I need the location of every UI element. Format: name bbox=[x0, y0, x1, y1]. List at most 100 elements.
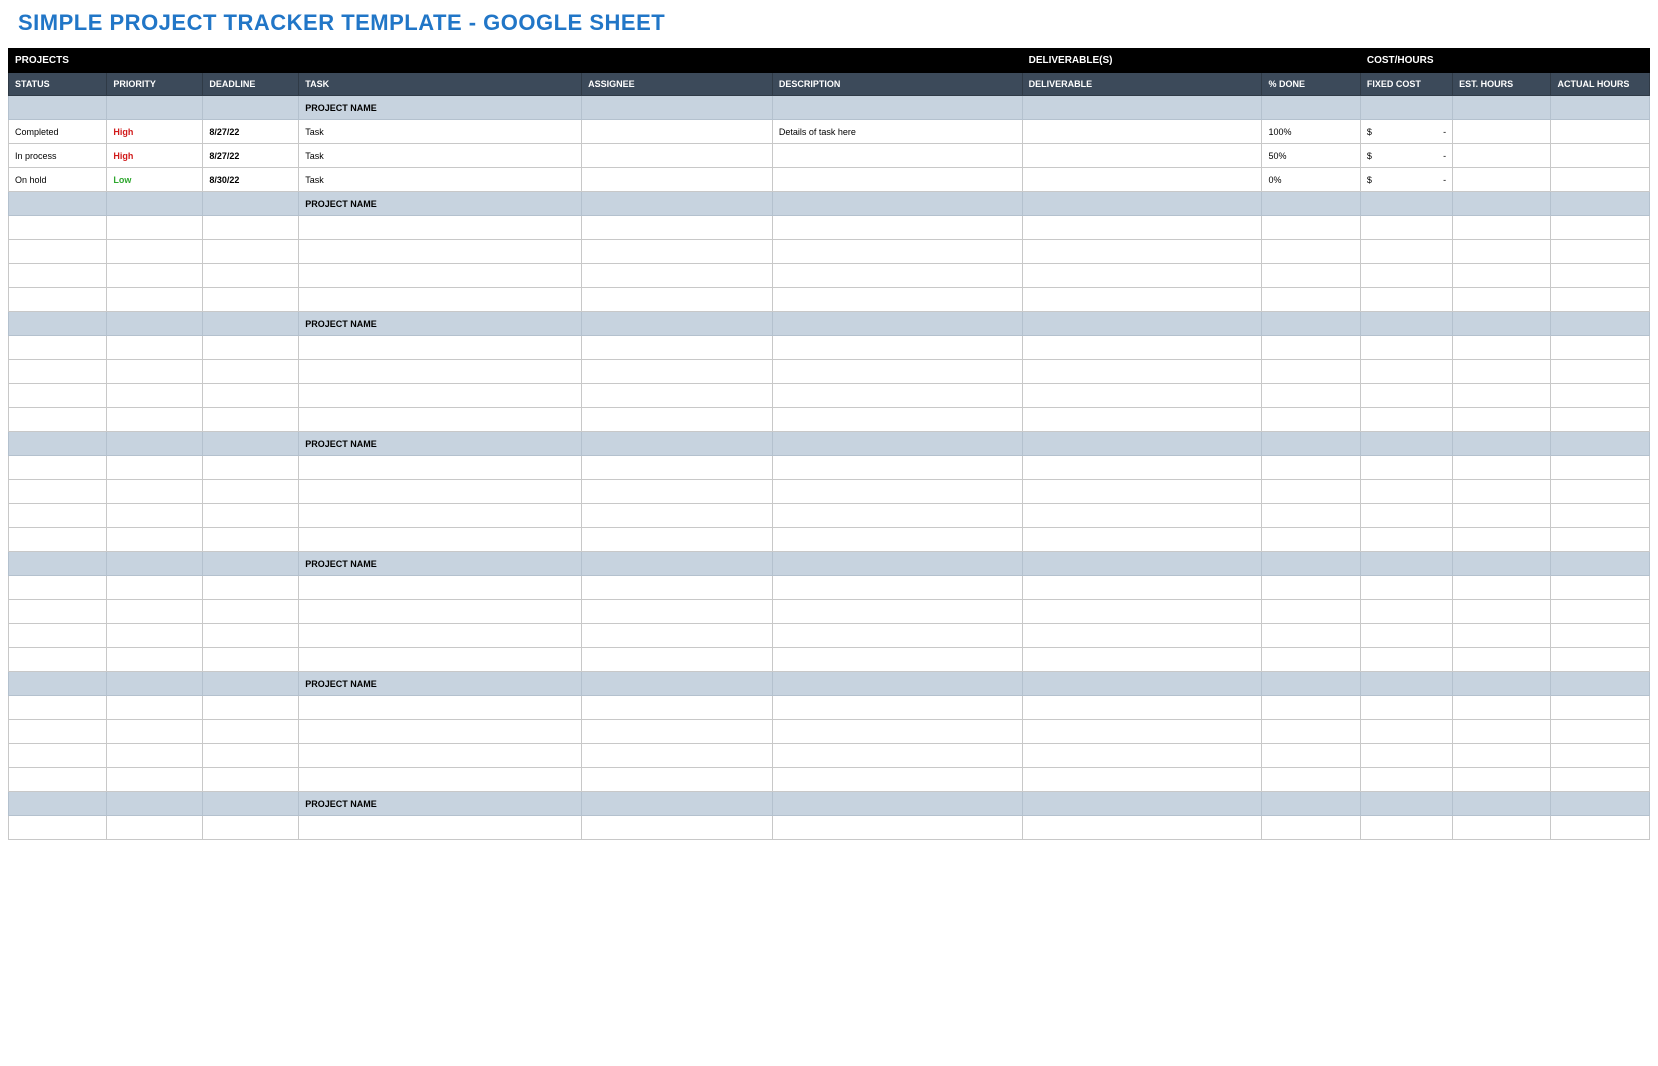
description-cell[interactable] bbox=[772, 624, 1022, 648]
deliverable-cell[interactable] bbox=[1022, 624, 1262, 648]
priority-cell[interactable] bbox=[107, 288, 203, 312]
group-cell[interactable] bbox=[203, 792, 299, 816]
description-cell[interactable] bbox=[772, 528, 1022, 552]
deadline-cell[interactable] bbox=[203, 336, 299, 360]
status-cell[interactable] bbox=[9, 216, 107, 240]
description-cell[interactable] bbox=[772, 168, 1022, 192]
actual-hours-cell[interactable] bbox=[1551, 384, 1650, 408]
group-cell[interactable] bbox=[1360, 552, 1452, 576]
priority-cell[interactable] bbox=[107, 336, 203, 360]
assignee-cell[interactable] bbox=[582, 264, 773, 288]
group-cell[interactable] bbox=[1453, 96, 1551, 120]
group-cell[interactable] bbox=[1022, 672, 1262, 696]
status-cell[interactable] bbox=[9, 768, 107, 792]
fixed-cost-cell[interactable] bbox=[1360, 576, 1452, 600]
deadline-cell[interactable] bbox=[203, 360, 299, 384]
pct-done-cell[interactable] bbox=[1262, 624, 1360, 648]
actual-hours-cell[interactable] bbox=[1551, 144, 1650, 168]
fixed-cost-cell[interactable] bbox=[1360, 288, 1452, 312]
priority-cell[interactable] bbox=[107, 768, 203, 792]
deadline-cell[interactable] bbox=[203, 288, 299, 312]
pct-done-cell[interactable] bbox=[1262, 720, 1360, 744]
group-cell[interactable] bbox=[107, 432, 203, 456]
assignee-cell[interactable] bbox=[582, 504, 773, 528]
priority-cell[interactable] bbox=[107, 696, 203, 720]
priority-cell[interactable] bbox=[107, 600, 203, 624]
priority-cell[interactable] bbox=[107, 624, 203, 648]
est-hours-cell[interactable] bbox=[1453, 648, 1551, 672]
project-name-cell[interactable]: PROJECT NAME bbox=[299, 792, 582, 816]
deadline-cell[interactable]: 8/27/22 bbox=[203, 144, 299, 168]
pct-done-cell[interactable]: 100% bbox=[1262, 120, 1360, 144]
group-cell[interactable] bbox=[1022, 552, 1262, 576]
est-hours-cell[interactable] bbox=[1453, 720, 1551, 744]
fixed-cost-cell[interactable]: $- bbox=[1360, 144, 1452, 168]
assignee-cell[interactable] bbox=[582, 528, 773, 552]
description-cell[interactable] bbox=[772, 816, 1022, 840]
group-cell[interactable] bbox=[1022, 192, 1262, 216]
description-cell[interactable] bbox=[772, 408, 1022, 432]
priority-cell[interactable] bbox=[107, 456, 203, 480]
status-cell[interactable] bbox=[9, 288, 107, 312]
assignee-cell[interactable] bbox=[582, 408, 773, 432]
description-cell[interactable] bbox=[772, 768, 1022, 792]
deliverable-cell[interactable] bbox=[1022, 240, 1262, 264]
actual-hours-cell[interactable] bbox=[1551, 816, 1650, 840]
pct-done-cell[interactable] bbox=[1262, 240, 1360, 264]
fixed-cost-cell[interactable] bbox=[1360, 744, 1452, 768]
fixed-cost-cell[interactable] bbox=[1360, 600, 1452, 624]
actual-hours-cell[interactable] bbox=[1551, 720, 1650, 744]
deliverable-cell[interactable] bbox=[1022, 720, 1262, 744]
status-cell[interactable] bbox=[9, 384, 107, 408]
fixed-cost-cell[interactable] bbox=[1360, 336, 1452, 360]
description-cell[interactable] bbox=[772, 264, 1022, 288]
fixed-cost-cell[interactable] bbox=[1360, 768, 1452, 792]
group-cell[interactable] bbox=[582, 96, 773, 120]
task-cell[interactable] bbox=[299, 288, 582, 312]
group-cell[interactable] bbox=[1360, 192, 1452, 216]
deliverable-cell[interactable] bbox=[1022, 816, 1262, 840]
task-cell[interactable] bbox=[299, 360, 582, 384]
fixed-cost-cell[interactable] bbox=[1360, 816, 1452, 840]
deliverable-cell[interactable] bbox=[1022, 696, 1262, 720]
actual-hours-cell[interactable] bbox=[1551, 528, 1650, 552]
group-cell[interactable] bbox=[582, 432, 773, 456]
deliverable-cell[interactable] bbox=[1022, 120, 1262, 144]
actual-hours-cell[interactable] bbox=[1551, 768, 1650, 792]
priority-cell[interactable] bbox=[107, 240, 203, 264]
pct-done-cell[interactable] bbox=[1262, 504, 1360, 528]
priority-cell[interactable]: High bbox=[107, 120, 203, 144]
project-name-cell[interactable]: PROJECT NAME bbox=[299, 96, 582, 120]
task-cell[interactable] bbox=[299, 480, 582, 504]
task-cell[interactable] bbox=[299, 504, 582, 528]
deliverable-cell[interactable] bbox=[1022, 600, 1262, 624]
pct-done-cell[interactable] bbox=[1262, 336, 1360, 360]
priority-cell[interactable] bbox=[107, 720, 203, 744]
group-cell[interactable] bbox=[1022, 96, 1262, 120]
actual-hours-cell[interactable] bbox=[1551, 288, 1650, 312]
fixed-cost-cell[interactable] bbox=[1360, 216, 1452, 240]
deadline-cell[interactable]: 8/27/22 bbox=[203, 120, 299, 144]
status-cell[interactable] bbox=[9, 696, 107, 720]
fixed-cost-cell[interactable]: $- bbox=[1360, 120, 1452, 144]
deadline-cell[interactable] bbox=[203, 768, 299, 792]
description-cell[interactable] bbox=[772, 216, 1022, 240]
group-cell[interactable] bbox=[9, 192, 107, 216]
group-cell[interactable] bbox=[1262, 672, 1360, 696]
actual-hours-cell[interactable] bbox=[1551, 624, 1650, 648]
group-cell[interactable] bbox=[203, 192, 299, 216]
actual-hours-cell[interactable] bbox=[1551, 336, 1650, 360]
description-cell[interactable] bbox=[772, 336, 1022, 360]
group-cell[interactable] bbox=[107, 792, 203, 816]
status-cell[interactable] bbox=[9, 648, 107, 672]
task-cell[interactable] bbox=[299, 384, 582, 408]
priority-cell[interactable]: Low bbox=[107, 168, 203, 192]
project-name-cell[interactable]: PROJECT NAME bbox=[299, 192, 582, 216]
assignee-cell[interactable] bbox=[582, 168, 773, 192]
description-cell[interactable] bbox=[772, 504, 1022, 528]
assignee-cell[interactable] bbox=[582, 600, 773, 624]
description-cell[interactable] bbox=[772, 384, 1022, 408]
priority-cell[interactable] bbox=[107, 408, 203, 432]
group-cell[interactable] bbox=[1262, 312, 1360, 336]
status-cell[interactable] bbox=[9, 744, 107, 768]
